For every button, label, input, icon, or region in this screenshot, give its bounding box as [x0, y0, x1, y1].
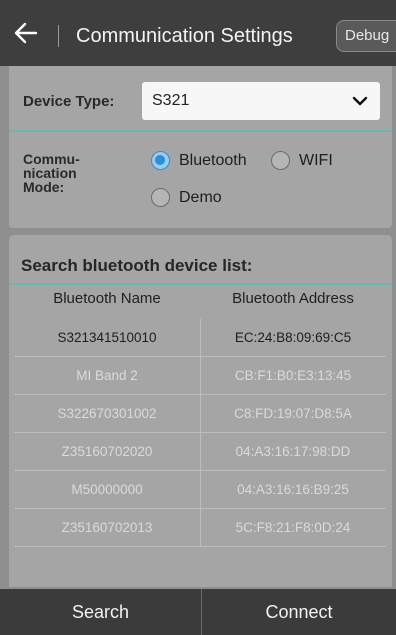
chevron-down-icon	[352, 94, 368, 112]
radio-unselected-icon	[151, 188, 170, 207]
back-arrow-icon[interactable]	[10, 16, 42, 50]
table-row[interactable]: S322670301002 C8:FD:19:07:D8:5A	[14, 395, 386, 433]
bottom-action-bar: Search Connect	[0, 589, 396, 635]
device-type-value: S321	[152, 92, 190, 109]
radio-wifi[interactable]: WIFI	[271, 151, 333, 170]
table-row[interactable]: MI Band 2 CB:F1:B0:E3:13:45	[14, 357, 386, 395]
table-row[interactable]: M50000000 04:A3:16:16:B9:25	[14, 471, 386, 509]
device-type-select[interactable]: S321	[142, 82, 380, 120]
list-title-divider	[9, 283, 392, 285]
radio-unselected-icon	[271, 151, 290, 170]
top-bar: Communication Settings Debug	[0, 0, 396, 66]
communication-mode-label: Commu- nication Mode:	[23, 151, 80, 195]
radio-selected-icon	[151, 151, 170, 170]
radio-bluetooth-label: Bluetooth	[179, 151, 247, 169]
column-header-name: Bluetooth Name	[53, 290, 161, 307]
column-header-address: Bluetooth Address	[232, 290, 354, 307]
device-list-card: Search bluetooth device list: Bluetooth …	[9, 235, 392, 587]
device-name: Z35160702013	[61, 520, 153, 535]
title-divider	[58, 25, 59, 47]
table-row[interactable]: S321341510010 EC:24:B8:09:69:C5	[14, 319, 386, 357]
device-address: EC:24:B8:09:69:C5	[234, 330, 352, 345]
device-address: 04:A3:16:17:98:DD	[235, 444, 351, 459]
device-address: 04:A3:16:16:B9:25	[237, 482, 349, 497]
device-address: C8:FD:19:07:D8:5A	[234, 406, 352, 421]
radio-wifi-label: WIFI	[299, 151, 333, 169]
device-list-title: Search bluetooth device list:	[21, 256, 253, 275]
search-button[interactable]: Search	[0, 589, 201, 635]
page-title: Communication Settings	[76, 25, 293, 47]
debug-button[interactable]: Debug	[336, 20, 396, 52]
device-type-label: Device Type:	[23, 93, 115, 110]
section-divider	[9, 130, 392, 132]
device-address: 5C:F8:21:F8:0D:24	[235, 520, 351, 535]
radio-bluetooth[interactable]: Bluetooth	[151, 151, 247, 170]
device-name: S321341510010	[57, 330, 157, 345]
device-name: Z35160702020	[61, 444, 153, 459]
device-address: CB:F1:B0:E3:13:45	[234, 368, 352, 383]
table-row[interactable]: Z35160702013 5C:F8:21:F8:0D:24	[14, 509, 386, 547]
radio-demo[interactable]: Demo	[151, 188, 222, 207]
device-name: M50000000	[71, 482, 143, 497]
connect-button[interactable]: Connect	[202, 589, 396, 635]
device-name: S322670301002	[57, 406, 157, 421]
device-table[interactable]: S321341510010 EC:24:B8:09:69:C5 MI Band …	[14, 319, 386, 587]
radio-demo-label: Demo	[179, 188, 222, 206]
settings-card: Device Type: S321 Commu- nication Mode: …	[9, 66, 392, 228]
device-name: MI Band 2	[76, 368, 138, 383]
table-row[interactable]: Z35160702020 04:A3:16:17:98:DD	[14, 433, 386, 471]
